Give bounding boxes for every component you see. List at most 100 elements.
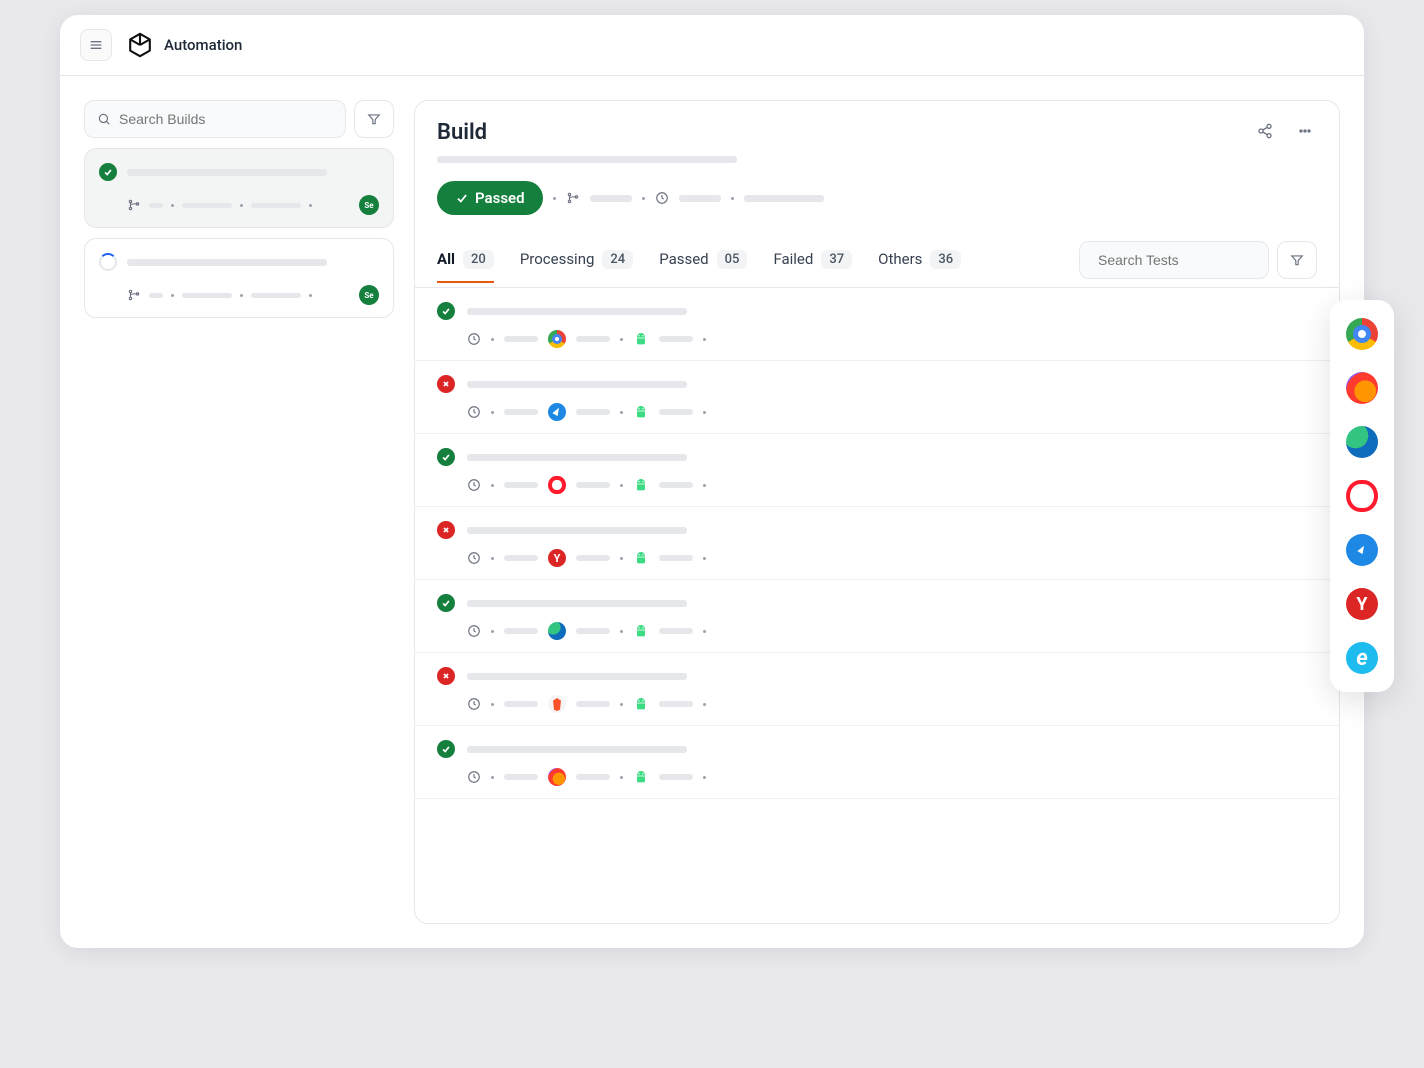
browser-panel (1330, 300, 1394, 692)
branch-icon (566, 191, 580, 205)
tab-processing[interactable]: Processing24 (520, 238, 633, 283)
ie-button[interactable] (1344, 640, 1380, 676)
tab-label: All (437, 250, 455, 268)
tests-search-input[interactable] (1098, 252, 1279, 268)
tab-count: 37 (821, 250, 852, 269)
x-icon (437, 521, 455, 539)
tab-label: Others (878, 250, 922, 268)
chrome-button[interactable] (1344, 316, 1380, 352)
build-card[interactable]: Se (84, 238, 394, 318)
check-icon (437, 302, 455, 320)
x-icon (437, 375, 455, 393)
status-pill: Passed (437, 181, 543, 215)
status-label: Passed (475, 189, 525, 207)
tab-failed[interactable]: Failed 37 (773, 238, 852, 283)
builds-search[interactable] (84, 100, 346, 138)
android-icon (633, 769, 649, 785)
check-icon (437, 594, 455, 612)
test-list (415, 288, 1339, 923)
framework-badge: Se (359, 285, 379, 305)
clock-icon (467, 478, 481, 492)
safari-icon (548, 403, 566, 421)
more-icon (1297, 123, 1313, 139)
test-row[interactable] (415, 653, 1339, 726)
firefox-button[interactable] (1344, 370, 1380, 406)
filter-icon (1290, 253, 1304, 267)
tab-count: 05 (717, 250, 748, 269)
safari-icon (1346, 534, 1378, 566)
test-row[interactable] (415, 726, 1339, 799)
logo: Automation (126, 31, 242, 59)
yandex-icon (1346, 588, 1378, 620)
build-subtitle-placeholder (437, 156, 1317, 163)
chrome-icon (548, 330, 566, 348)
check-icon (455, 191, 469, 205)
test-row[interactable] (415, 434, 1339, 507)
tab-count: 36 (930, 250, 961, 269)
ie-icon (1346, 642, 1378, 674)
app-window: Automation Se (60, 15, 1364, 948)
menu-icon (88, 37, 104, 53)
build-status-row: Passed (437, 181, 1317, 233)
tab-count: 20 (463, 250, 494, 269)
tab-label: Failed (773, 250, 813, 268)
share-button[interactable] (1253, 119, 1277, 146)
x-icon (437, 667, 455, 685)
more-button[interactable] (1293, 119, 1317, 146)
check-icon (99, 163, 117, 181)
branch-icon (127, 288, 141, 302)
yandex-button[interactable] (1344, 586, 1380, 622)
android-icon (633, 477, 649, 493)
edge-icon (1346, 426, 1378, 458)
builds-search-input[interactable] (119, 111, 333, 127)
test-row[interactable] (415, 580, 1339, 653)
main-panel: Build Passed (414, 100, 1340, 924)
brave-icon (548, 695, 566, 713)
logo-icon (126, 31, 154, 59)
opera-button[interactable] (1344, 478, 1380, 514)
tab-count: 24 (602, 250, 633, 269)
header: Automation (60, 15, 1364, 76)
edge-icon (548, 622, 566, 640)
tests-search[interactable] (1079, 241, 1269, 279)
chrome-icon (1346, 318, 1378, 350)
check-icon (437, 448, 455, 466)
yandex-icon (548, 549, 566, 567)
filter-icon (367, 112, 381, 126)
tab-others[interactable]: Others 36 (878, 238, 961, 283)
builds-search-row (84, 100, 394, 138)
tab-all[interactable]: All 20 (437, 238, 494, 283)
spinner-icon (99, 253, 117, 271)
android-icon (633, 404, 649, 420)
tests-filter-button[interactable] (1277, 241, 1317, 279)
tabs: All 20 Processing24 Passed 05 Failed 37 Others 3… (437, 238, 1055, 283)
clock-icon (467, 770, 481, 784)
firefox-icon (1346, 372, 1378, 404)
clock-icon (467, 332, 481, 346)
android-icon (633, 550, 649, 566)
framework-badge: Se (359, 195, 379, 215)
tests-search-row (1079, 233, 1317, 287)
test-row[interactable] (415, 507, 1339, 580)
clock-icon (467, 405, 481, 419)
test-row[interactable] (415, 361, 1339, 434)
build-header-actions (1253, 119, 1317, 146)
build-card[interactable]: Se (84, 148, 394, 228)
share-icon (1257, 123, 1273, 139)
test-row[interactable] (415, 288, 1339, 361)
firefox-icon (548, 768, 566, 786)
sidebar: Se Se (84, 100, 394, 924)
builds-filter-button[interactable] (354, 100, 394, 138)
clock-icon (467, 697, 481, 711)
build-title: Build (437, 120, 487, 145)
body: Se Se Build (60, 76, 1364, 948)
safari-button[interactable] (1344, 532, 1380, 568)
clock-icon (655, 191, 669, 205)
edge-button[interactable] (1344, 424, 1380, 460)
menu-button[interactable] (80, 29, 112, 61)
clock-icon (467, 551, 481, 565)
android-icon (633, 696, 649, 712)
tab-label: Passed (659, 250, 708, 268)
tab-passed[interactable]: Passed 05 (659, 238, 747, 283)
check-icon (437, 740, 455, 758)
